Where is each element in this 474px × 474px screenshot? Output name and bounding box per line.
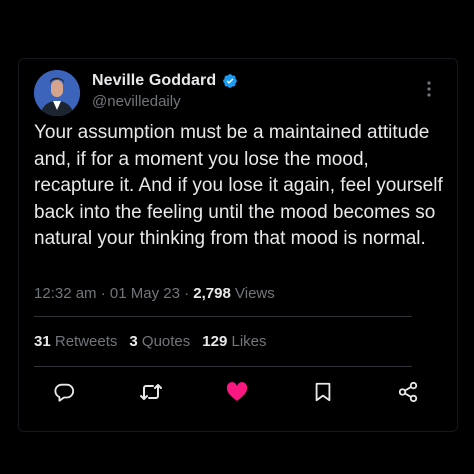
views-count: 2,798: [193, 285, 231, 302]
divider: [34, 366, 412, 367]
author-name-row: Neville Goddard: [92, 72, 238, 90]
bookmark-icon: [312, 381, 334, 403]
author-avatar[interactable]: [34, 70, 80, 116]
author-handle[interactable]: @nevilledaily: [92, 93, 181, 110]
tweet-text: Your assumption must be a maintained att…: [34, 122, 443, 249]
retweets-count: 31: [34, 333, 51, 350]
views-label: Views: [235, 285, 275, 302]
retweet-icon: [139, 380, 163, 404]
bookmark-button[interactable]: [311, 380, 335, 404]
retweets-label: Retweets: [54, 333, 118, 350]
likes-count: 129: [202, 333, 228, 350]
verified-badge-icon: [222, 73, 238, 89]
likes-stat[interactable]: 129 Likes: [202, 333, 266, 350]
quotes-label: Quotes: [141, 333, 191, 350]
engagement-stats: 31 Retweets 3 Quotes 129 Likes: [34, 333, 267, 350]
meta-separator: ·: [100, 285, 106, 302]
heart-icon: [225, 380, 249, 404]
quotes-count: 3: [129, 333, 138, 350]
meta-separator: ·: [184, 285, 190, 302]
tweet-time[interactable]: 12:32 am: [34, 285, 97, 302]
retweet-button[interactable]: [139, 380, 163, 404]
reply-icon: [53, 381, 75, 403]
more-options-icon[interactable]: [424, 80, 434, 98]
author-display-name[interactable]: Neville Goddard: [92, 72, 216, 90]
tweet-meta: 12:32 am · 01 May 23 · 2,798 Views: [34, 285, 275, 302]
likes-label: Likes: [231, 333, 267, 350]
reply-button[interactable]: [52, 380, 76, 404]
share-button[interactable]: [396, 380, 420, 404]
divider: [34, 316, 412, 317]
share-icon: [397, 381, 419, 403]
retweets-stat[interactable]: 31 Retweets: [34, 333, 117, 350]
like-button[interactable]: [225, 380, 249, 404]
tweet-date[interactable]: 01 May 23: [110, 285, 180, 302]
quotes-stat[interactable]: 3 Quotes: [129, 333, 190, 350]
